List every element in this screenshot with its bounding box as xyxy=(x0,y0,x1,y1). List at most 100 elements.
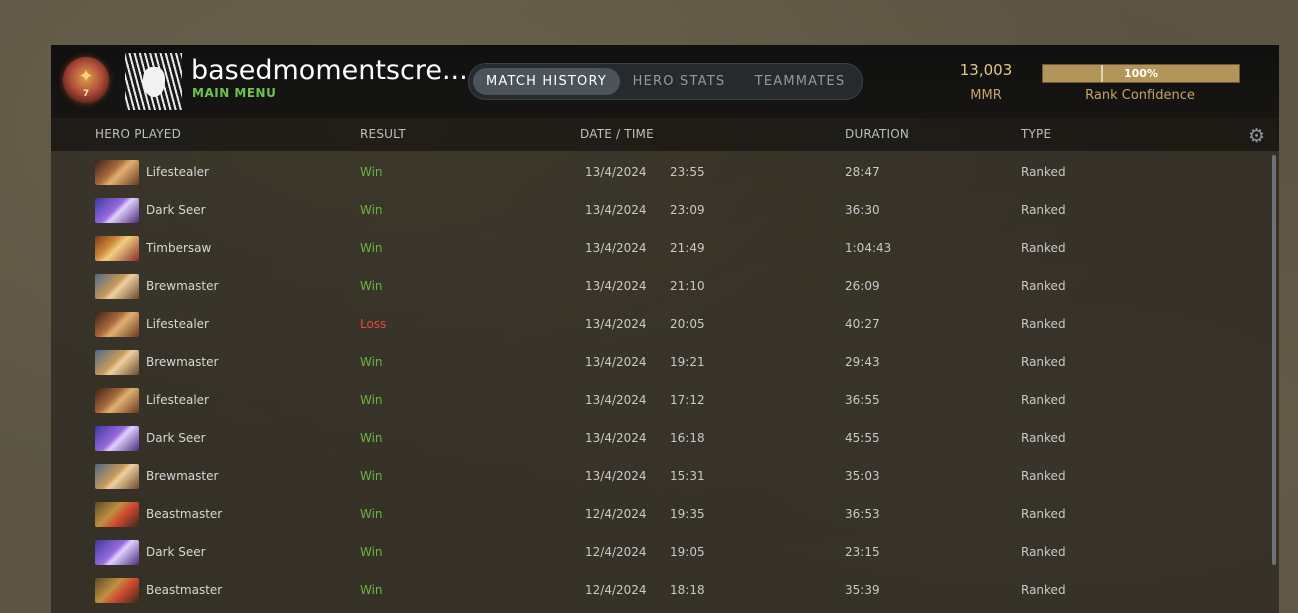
match-row[interactable]: Lifestealer Loss 13/4/2024 20:05 40:27 Ranked xyxy=(51,305,1261,343)
rank-confidence-label: Rank Confidence xyxy=(1085,88,1195,103)
match-type: Ranked xyxy=(1021,431,1066,445)
match-row[interactable]: Beastmaster Win 12/4/2024 18:18 35:39 Ranked xyxy=(51,571,1261,609)
match-date: 13/4/2024 xyxy=(585,431,647,445)
match-time: 19:21 xyxy=(670,355,705,369)
match-date: 13/4/2024 xyxy=(585,469,647,483)
match-time: 15:31 xyxy=(670,469,705,483)
match-duration: 1:04:43 xyxy=(845,241,892,255)
match-date: 12/4/2024 xyxy=(585,583,647,597)
match-result: Loss xyxy=(360,317,387,331)
match-result: Win xyxy=(360,355,383,369)
match-result: Win xyxy=(360,241,383,255)
match-time: 23:09 xyxy=(670,203,705,217)
match-duration: 29:43 xyxy=(845,355,880,369)
match-time: 18:18 xyxy=(670,583,705,597)
match-date: 13/4/2024 xyxy=(585,241,647,255)
col-type[interactable]: TYPE xyxy=(1021,127,1051,141)
tab-match-history[interactable]: MATCH HISTORY xyxy=(473,68,620,95)
match-row[interactable]: Brewmaster Win 13/4/2024 19:21 29:43 Ranked xyxy=(51,343,1261,381)
mmr-value: 13,003 xyxy=(959,61,1013,79)
beastmaster-icon xyxy=(95,502,139,527)
rank-confidence-bar: 100% xyxy=(1042,64,1240,83)
match-date: 13/4/2024 xyxy=(585,203,647,217)
match-type: Ranked xyxy=(1021,317,1066,331)
scrollbar[interactable] xyxy=(1272,155,1276,565)
dark-seer-icon xyxy=(95,426,139,451)
match-duration: 45:55 xyxy=(845,431,880,445)
col-result[interactable]: RESULT xyxy=(360,127,406,141)
match-type: Ranked xyxy=(1021,507,1066,521)
match-time: 16:18 xyxy=(670,431,705,445)
col-date-time[interactable]: DATE / TIME xyxy=(580,127,654,141)
match-row[interactable]: Timbersaw Win 13/4/2024 21:49 1:04:43 Ranked xyxy=(51,229,1261,267)
hero-name: Beastmaster xyxy=(146,507,223,521)
match-time: 17:12 xyxy=(670,393,705,407)
hero-name: Lifestealer xyxy=(146,393,209,407)
match-type: Ranked xyxy=(1021,355,1066,369)
hero-name: Lifestealer xyxy=(146,317,209,331)
match-duration: 36:30 xyxy=(845,203,880,217)
match-date: 13/4/2024 xyxy=(585,165,647,179)
rank-confidence-percent: 100% xyxy=(1124,67,1158,80)
match-row[interactable]: Beastmaster Win 12/4/2024 19:35 36:53 Ranked xyxy=(51,495,1261,533)
match-time: 19:05 xyxy=(670,545,705,559)
match-row[interactable]: Lifestealer Win 13/4/2024 23:55 28:47 Ranked xyxy=(51,153,1261,191)
gear-icon[interactable]: ⚙ xyxy=(1248,125,1265,147)
dark-seer-icon xyxy=(95,540,139,565)
match-row[interactable]: Dark Seer Win 12/4/2024 19:05 23:15 Ranked xyxy=(51,533,1261,571)
brewmaster-icon xyxy=(95,464,139,489)
match-duration: 28:47 xyxy=(845,165,880,179)
lifestealer-icon xyxy=(95,312,139,337)
match-duration: 23:15 xyxy=(845,545,880,559)
match-date: 13/4/2024 xyxy=(585,279,647,293)
match-type: Ranked xyxy=(1021,393,1066,407)
match-type: Ranked xyxy=(1021,583,1066,597)
match-time: 19:35 xyxy=(670,507,705,521)
rank-medal-icon[interactable]: ✦ 7 xyxy=(63,57,109,103)
match-date: 13/4/2024 xyxy=(585,393,647,407)
match-result: Win xyxy=(360,507,383,521)
match-row[interactable]: Dark Seer Win 13/4/2024 23:09 36:30 Ranked xyxy=(51,191,1261,229)
main-menu-link[interactable]: MAIN MENU xyxy=(192,86,276,100)
col-hero-played[interactable]: HERO PLAYED xyxy=(95,127,181,141)
medal-star-icon: ✦ xyxy=(78,66,94,87)
match-date: 12/4/2024 xyxy=(585,545,647,559)
match-time: 20:05 xyxy=(670,317,705,331)
hero-name: Lifestealer xyxy=(146,165,209,179)
match-row[interactable]: Brewmaster Win 13/4/2024 15:31 35:03 Ranked xyxy=(51,457,1261,495)
match-row[interactable]: Dark Seer Win 13/4/2024 16:18 45:55 Ranked xyxy=(51,419,1261,457)
match-row[interactable]: Lifestealer Win 13/4/2024 17:12 36:55 Ranked xyxy=(51,381,1261,419)
tab-hero-stats[interactable]: HERO STATS xyxy=(629,68,729,95)
match-type: Ranked xyxy=(1021,469,1066,483)
match-type: Ranked xyxy=(1021,545,1066,559)
match-time: 23:55 xyxy=(670,165,705,179)
tab-bar: MATCH HISTORY HERO STATS TEAMMATES xyxy=(468,63,863,100)
col-duration[interactable]: DURATION xyxy=(845,127,909,141)
rank-medal-number: 7 xyxy=(82,89,90,99)
hero-name: Brewmaster xyxy=(146,279,219,293)
match-time: 21:49 xyxy=(670,241,705,255)
match-date: 13/4/2024 xyxy=(585,317,647,331)
dark-seer-icon xyxy=(95,198,139,223)
match-date: 12/4/2024 xyxy=(585,507,647,521)
hero-name: Brewmaster xyxy=(146,355,219,369)
hero-name: Timbersaw xyxy=(146,241,212,255)
match-result: Win xyxy=(360,165,383,179)
avatar[interactable] xyxy=(125,53,182,110)
match-row[interactable]: Brewmaster Win 13/4/2024 21:10 26:09 Ranked xyxy=(51,267,1261,305)
match-result: Win xyxy=(360,393,383,407)
match-result: Win xyxy=(360,545,383,559)
match-result: Win xyxy=(360,279,383,293)
username[interactable]: basedmomentscre... xyxy=(191,55,468,87)
hero-name: Dark Seer xyxy=(146,203,206,217)
match-duration: 36:55 xyxy=(845,393,880,407)
tab-teammates[interactable]: TEAMMATES xyxy=(747,68,853,95)
hero-name: Dark Seer xyxy=(146,545,206,559)
timbersaw-icon xyxy=(95,236,139,261)
lifestealer-icon xyxy=(95,388,139,413)
mmr-label: MMR xyxy=(970,88,1002,103)
avatar-face xyxy=(143,67,165,97)
match-history-panel: ✦ 7 basedmomentscre... MAIN MENU MATCH H… xyxy=(51,45,1279,613)
beastmaster-icon xyxy=(95,578,139,603)
match-duration: 36:53 xyxy=(845,507,880,521)
